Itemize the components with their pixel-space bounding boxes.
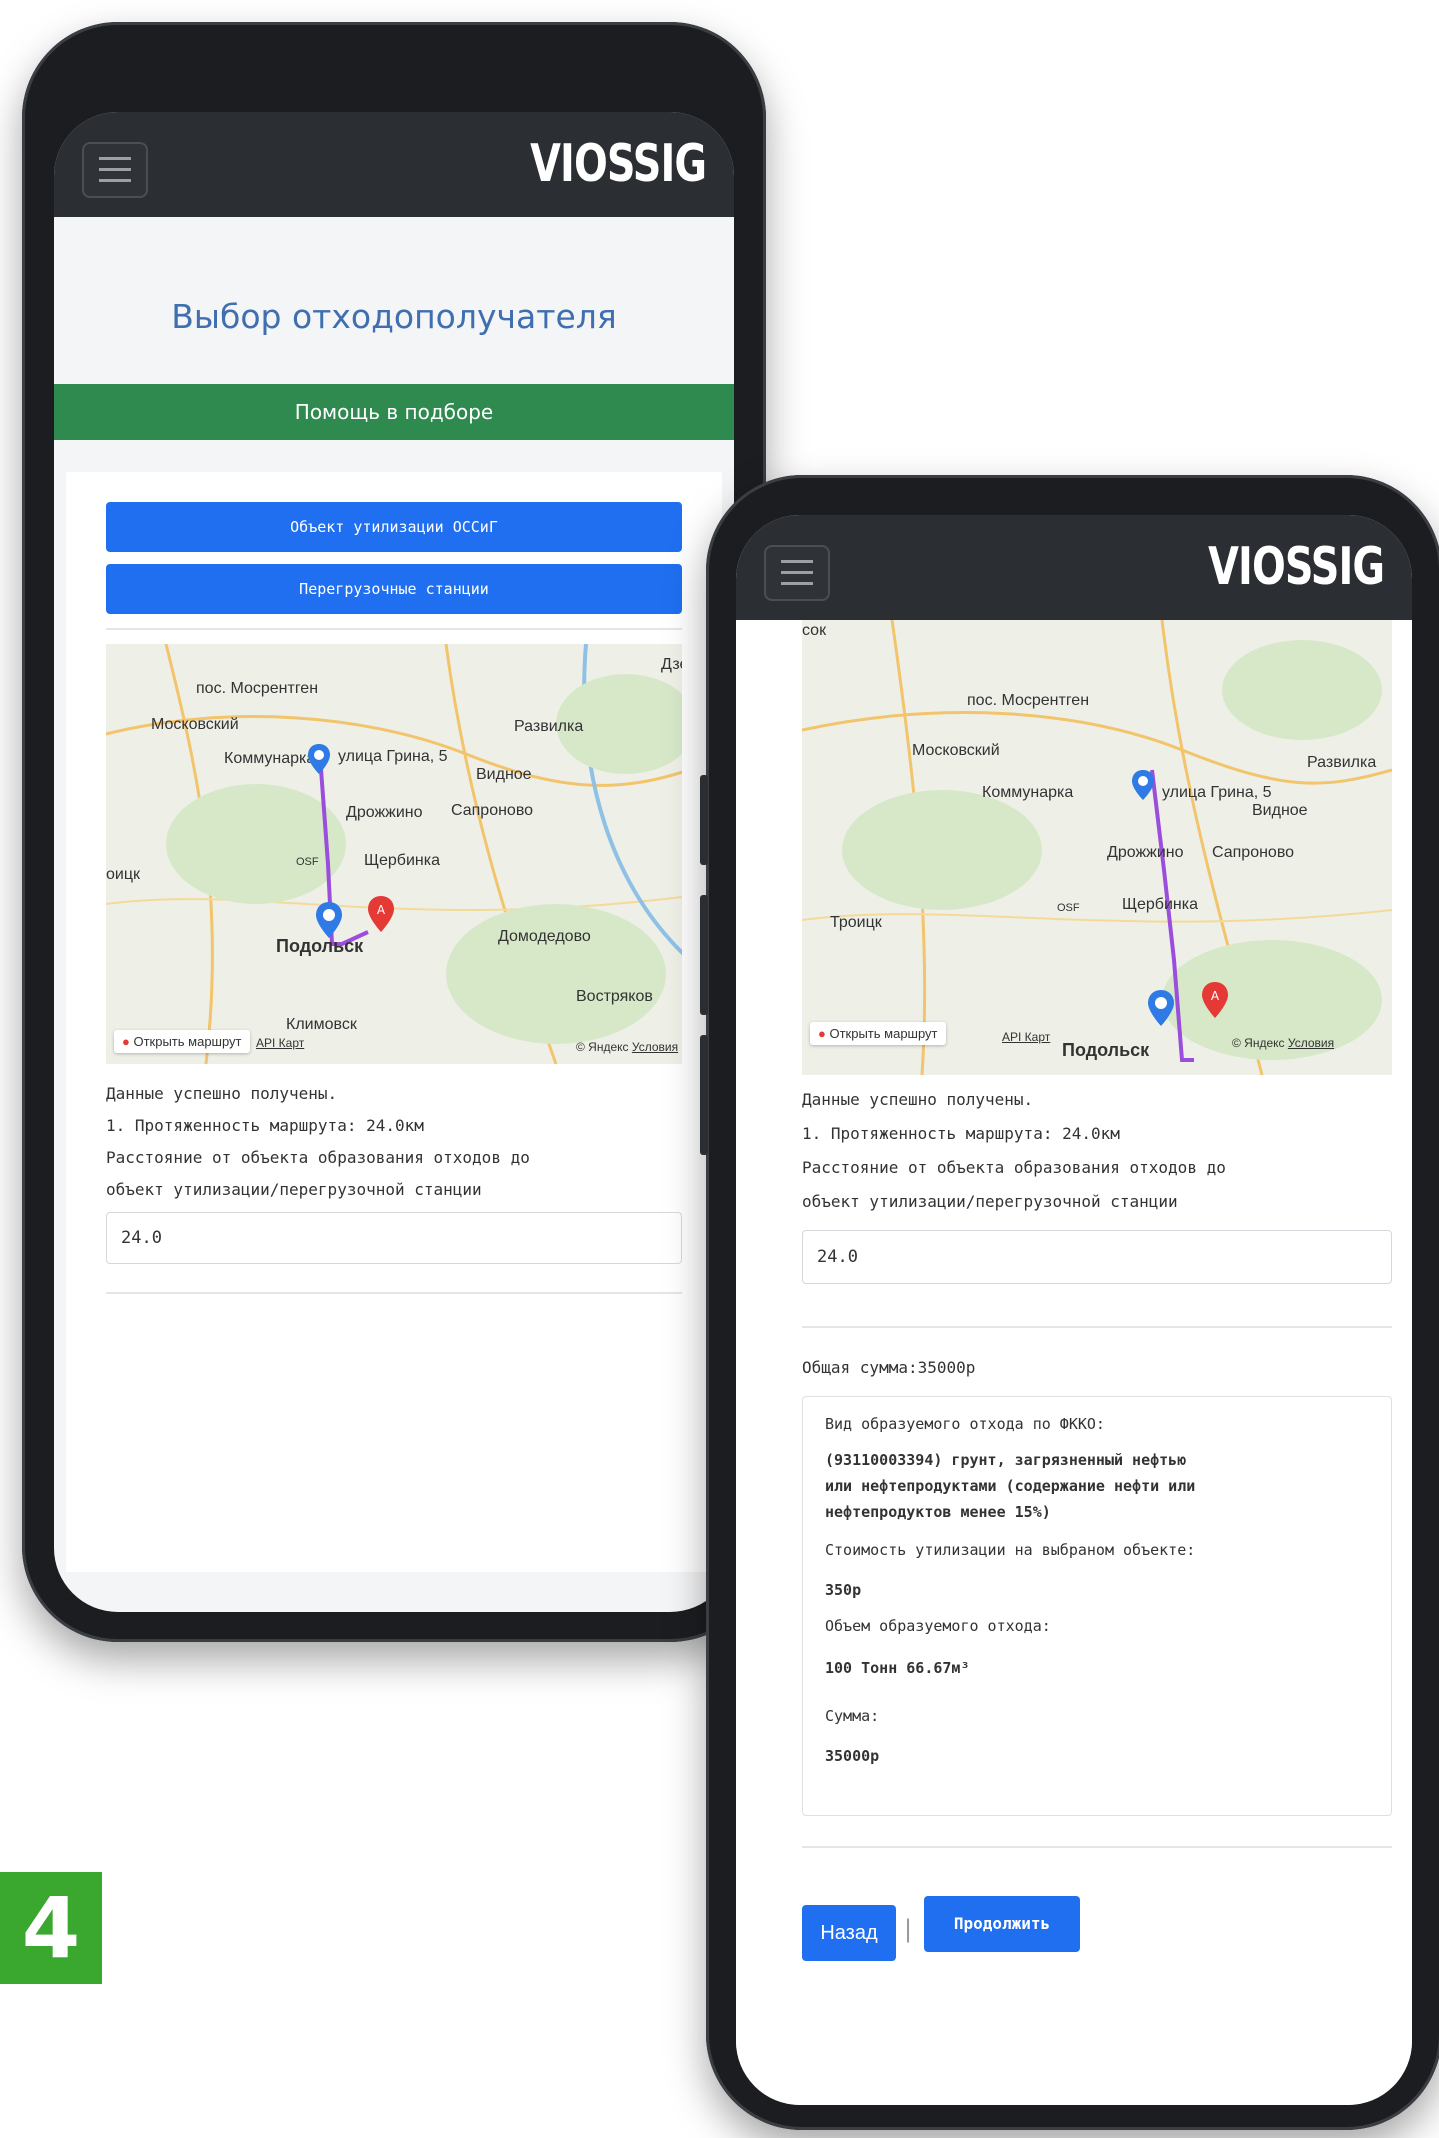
map-label: Троицк [830,914,882,931]
map-label: Коммунарка [224,750,316,767]
map-label: улица Грина, 5 [338,748,448,765]
route-map[interactable]: пос. Мосрентген Дзерж Московский Развилк… [106,644,682,1064]
fkko-label: Вид образуемого отхода по ФККО: [825,1415,1105,1433]
open-route-link[interactable]: ● Открыть маршрут [114,1030,250,1053]
status-line: объект утилизации/перегрузочной станции [106,1180,482,1199]
cost-label: Стоимость утилизации на выбраном объекте… [825,1541,1196,1559]
map-label: улица Грина, 5 [1162,784,1272,801]
map-label: Востряков [576,988,653,1005]
destination-pin-icon[interactable] [1148,990,1174,1026]
map-label: Дрожжино [1107,844,1184,861]
transfer-stations-button[interactable]: Перегрузочные станции [106,564,682,614]
map-label: оицк [106,866,140,883]
sum-label: Сумма: [825,1707,880,1725]
cost-value: 350р [825,1581,862,1599]
distance-field[interactable]: 24.0 [106,1212,682,1264]
map-label: Щербинка [1122,896,1198,913]
page-title: Выбор отходополучателя [171,297,617,336]
logo: VIOSSIG [529,134,707,194]
map-copyright: © Яндекс Условия [576,1040,679,1054]
phone-left-screen: VIOSSIG Выбор отходополучателя Помощь в … [54,112,734,1612]
fkko-value: (93110003394) грунт, загрязненный нефтью [825,1451,1187,1469]
menu-icon[interactable] [764,545,830,601]
svg-text:A: A [1211,989,1220,1003]
status-line: Данные успешно получены. [802,1090,1034,1109]
open-route-label: Открыть маршрут [133,1034,242,1049]
status-line: 1. Протяженность маршрута: 24.0км [106,1116,424,1135]
map-label: Дрожжино [346,804,423,821]
cost-summary: Вид образуемого отхода по ФККО: (9311000… [802,1396,1392,1816]
map-label: Климовск [286,1016,357,1033]
map-label: OSF [1057,902,1080,914]
map-label: Московский [151,716,239,733]
logo: VIOSSIG [1207,537,1385,597]
status-line: Данные успешно получены. [106,1084,338,1103]
pin-icon: ● [122,1034,130,1049]
distance-value: 24.0 [121,1228,162,1248]
menu-icon[interactable] [82,142,148,198]
status-line: Расстояние от объекта образования отходо… [106,1148,530,1167]
app-header: VIOSSIG [54,112,734,217]
api-link[interactable]: API Карт [256,1036,304,1050]
status-line: объект утилизации/перегрузочной станции [802,1192,1178,1211]
step-number-badge: 4 [0,1872,102,1984]
svg-text:A: A [377,903,386,917]
map-label: Коммунарка [982,784,1074,801]
back-button[interactable]: Назад [802,1905,896,1961]
map-label: пос. Мосрентген [196,680,319,697]
map-label: Сапроново [1212,844,1295,861]
total-sum: Общая сумма:35000р [802,1358,976,1377]
api-link[interactable]: API Карт [1002,1030,1050,1044]
help-selection-button[interactable]: Помощь в подборе [54,384,734,440]
map-label: OSF [296,856,319,868]
map-label: Домодедово [498,928,591,945]
sum-value: 35000р [825,1747,880,1765]
map-label: Подольск [276,936,364,956]
fkko-value: или нефтепродуктами (содержание нефти ил… [825,1477,1196,1495]
phone-right-screen: VIOSSIG сок пос. Мосрентген Московский Р… [736,515,1412,2105]
map-label: сок [802,622,827,639]
open-route-link[interactable]: ● Открыть маршрут [810,1022,946,1045]
volume-value: 100 Тонн 66.67м³ [825,1659,970,1677]
map-label: Сапроново [451,802,534,819]
map-label: Видное [1252,802,1308,819]
map-label: Развилка [514,718,584,735]
selection-card: Объект утилизации ОССиГ Перегрузочные ст… [66,472,722,1572]
terms-link[interactable]: Условия [632,1040,678,1054]
open-route-label: Открыть маршрут [829,1026,938,1041]
start-pin-icon[interactable] [308,744,330,774]
volume-label: Объем образуемого отхода: [825,1617,1051,1635]
distance-value: 24.0 [817,1247,858,1267]
map-roads [802,620,1392,1075]
status-line: Расстояние от объекта образования отходо… [802,1158,1226,1177]
disposal-object-button[interactable]: Объект утилизации ОССиГ [106,502,682,552]
pin-icon: ● [818,1026,826,1041]
point-a-pin-icon[interactable]: A [368,896,394,932]
phone-left: VIOSSIG Выбор отходополучателя Помощь в … [22,22,772,1642]
phone-right: VIOSSIG сок пос. Мосрентген Московский Р… [700,475,1439,2130]
route-map[interactable]: сок пос. Мосрентген Московский Развилка … [802,620,1392,1075]
map-label: Подольск [1062,1040,1150,1060]
map-label: Видное [476,766,532,783]
result-card: сок пос. Мосрентген Московский Развилка … [736,620,1412,2105]
map-label: пос. Мосрентген [967,692,1090,709]
map-label: Развилка [1307,754,1377,771]
point-a-pin-icon[interactable]: A [1202,982,1228,1018]
button-separator: | [904,1915,913,1943]
status-line: 1. Протяженность маршрута: 24.0км [802,1124,1120,1143]
continue-button[interactable]: Продолжить [924,1896,1080,1952]
start-pin-icon[interactable] [1132,770,1154,800]
terms-link[interactable]: Условия [1288,1036,1334,1050]
map-copyright: © Яндекс Условия [1232,1036,1335,1050]
map-label: Московский [912,742,1000,759]
destination-pin-icon[interactable] [316,902,342,938]
map-label: Дзерж [661,656,682,673]
fkko-value: нефтепродуктов менее 15%) [825,1503,1051,1521]
distance-field[interactable]: 24.0 [802,1230,1392,1284]
app-header: VIOSSIG [736,515,1412,620]
map-label: Щербинка [364,852,440,869]
